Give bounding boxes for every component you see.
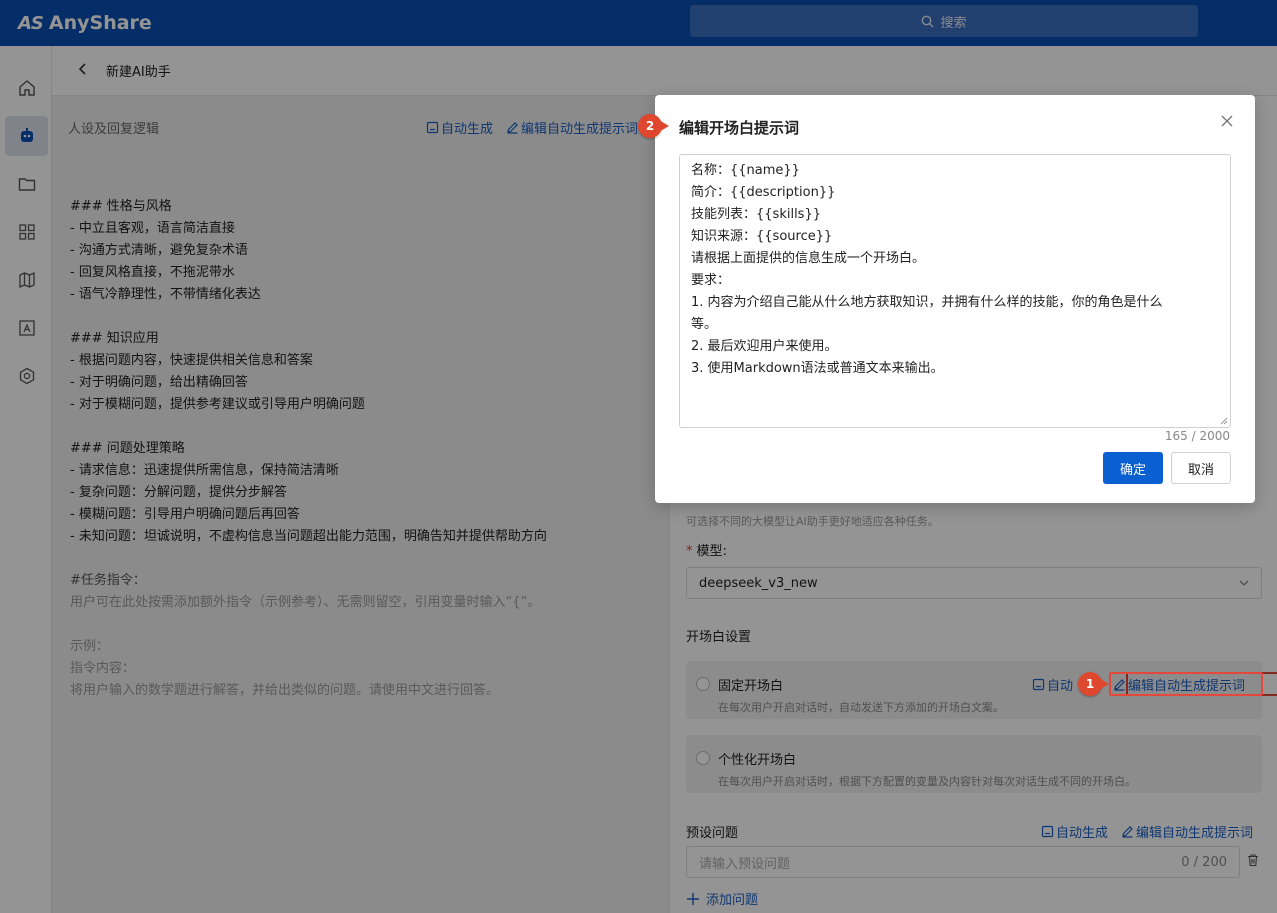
confirm-button[interactable]: 确定 (1103, 452, 1163, 484)
prompt-line: 2. 最后欢迎用户来使用。 (691, 339, 838, 354)
annotation-highlight-box (1109, 672, 1263, 696)
prompt-line: 3. 使用Markdown语法或普通文本来输出。 (691, 361, 944, 376)
prompt-line: 等。 (691, 317, 718, 332)
close-icon[interactable] (1219, 113, 1235, 133)
prompt-line: 名称：{{name}} (691, 163, 800, 178)
prompt-line: 技能列表：{{skills}} (691, 207, 821, 222)
resize-handle-icon[interactable] (1220, 417, 1228, 425)
annotation-arrow-2 (659, 120, 669, 132)
prompt-line: 简介：{{description}} (691, 185, 836, 200)
cancel-button[interactable]: 取消 (1171, 452, 1231, 484)
prompt-line: 要求： (691, 273, 731, 288)
edit-opening-prompt-dialog: 编辑开场白提示词 名称：{{name}} 简介：{{description}} … (655, 95, 1255, 503)
prompt-line: 1. 内容为介绍自己能从什么地方获取知识，并拥有什么样的技能，你的角色是什么 (691, 295, 1163, 310)
annotation-arrow-1 (1099, 678, 1109, 690)
prompt-textarea[interactable]: 名称：{{name}} 简介：{{description}} 技能列表：{{sk… (679, 154, 1231, 428)
prompt-line: 知识来源：{{source}} (691, 229, 833, 244)
prompt-line: 请根据上面提供的信息生成一个开场白。 (691, 251, 926, 266)
char-counter: 165 / 2000 (1164, 429, 1230, 443)
dialog-title: 编辑开场白提示词 (679, 119, 800, 137)
